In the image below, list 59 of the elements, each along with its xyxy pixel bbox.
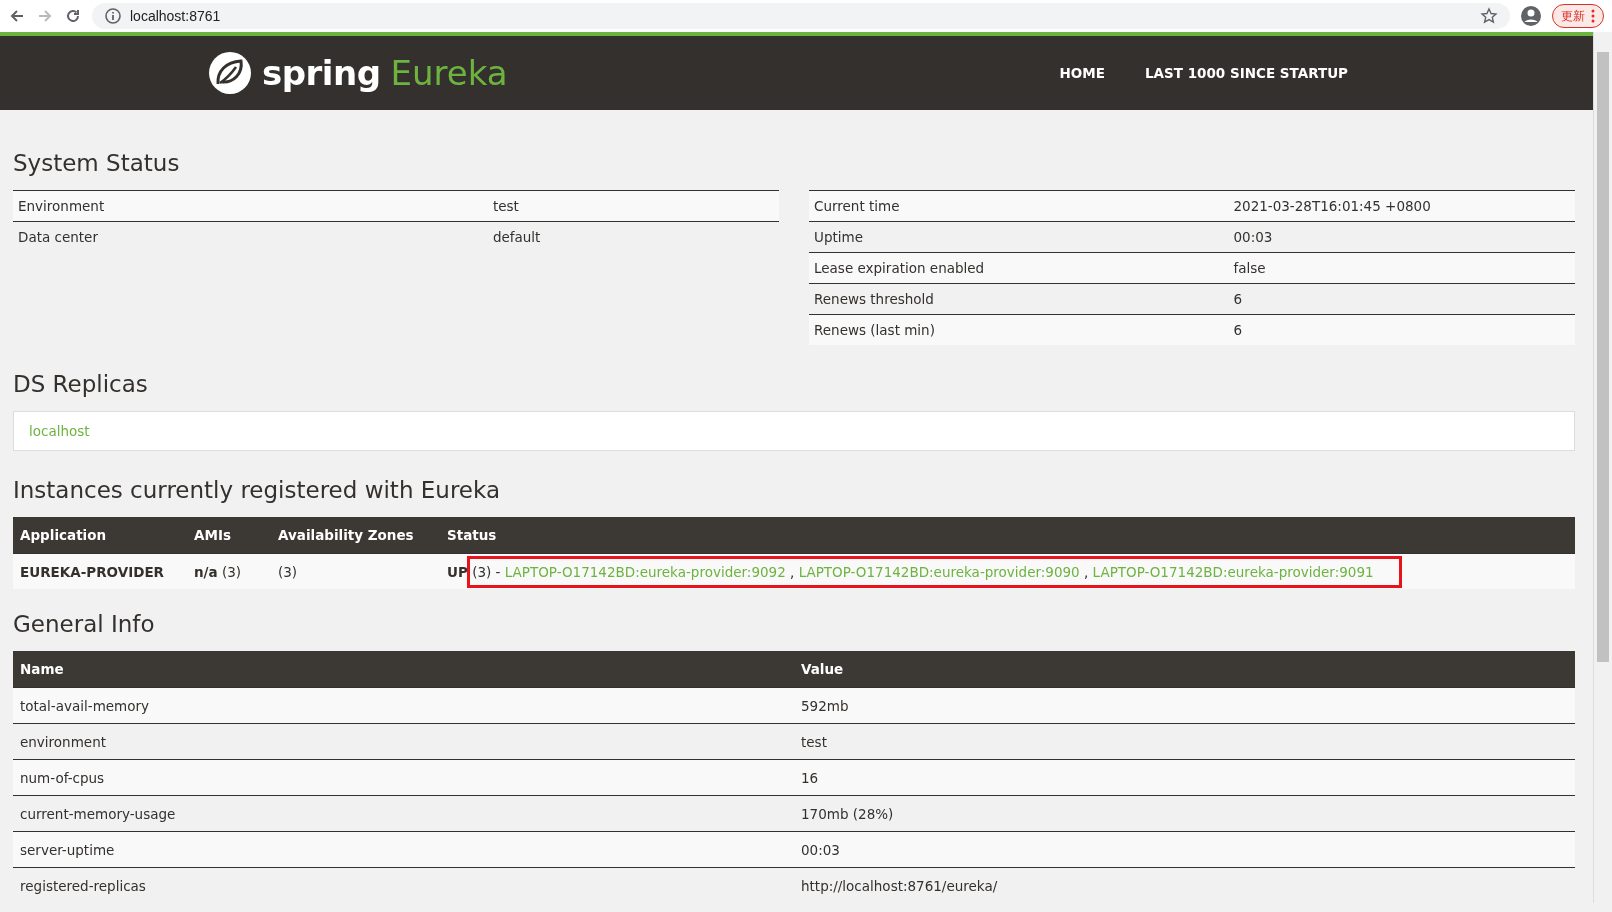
- column-header: Value: [794, 651, 1575, 688]
- address-bar[interactable]: localhost:8761: [92, 3, 1510, 29]
- status-value: 00:03: [1228, 221, 1575, 253]
- status-text: UP: [447, 563, 468, 580]
- star-icon[interactable]: [1480, 7, 1498, 25]
- info-name: total-avail-memory: [13, 687, 794, 724]
- info-value: 592mb: [794, 687, 1575, 724]
- kebab-menu-icon: [1591, 9, 1595, 23]
- status-value: test: [487, 190, 779, 222]
- info-value: 00:03: [794, 831, 1575, 868]
- brand-name: spring: [262, 53, 381, 93]
- info-value: 170mb (28%): [794, 795, 1575, 832]
- status-label: Environment: [13, 190, 488, 222]
- status-value: 6: [1228, 314, 1575, 345]
- info-name: environment: [13, 723, 794, 760]
- status-label: Data center: [13, 221, 488, 252]
- status-label: Renews (last min): [809, 314, 1229, 345]
- leaf-logo-icon: [208, 51, 252, 95]
- column-header: Application: [13, 517, 187, 554]
- info-name: server-uptime: [13, 831, 794, 868]
- column-header: AMIs: [187, 517, 271, 554]
- section-title: General Info: [13, 610, 156, 639]
- status-count: (3) -: [472, 563, 501, 580]
- update-button[interactable]: 更新: [1552, 4, 1604, 28]
- status-value: 2021-03-28T16:01:45 +0800: [1228, 190, 1575, 222]
- info-name: current-memory-usage: [13, 795, 794, 832]
- scrollbar[interactable]: [1593, 32, 1612, 903]
- section-title: DS Replicas: [13, 370, 149, 399]
- status-value: 6: [1228, 283, 1575, 315]
- amis-cell: n/a (3): [187, 553, 271, 589]
- info-value: test: [794, 723, 1575, 760]
- column-header: Name: [13, 651, 794, 688]
- application-name: EUREKA-PROVIDER: [13, 553, 187, 589]
- status-label: Current time: [809, 190, 1229, 222]
- replica-link[interactable]: localhost: [29, 423, 90, 439]
- info-value: 16: [794, 759, 1575, 796]
- nav-link[interactable]: LAST 1000 SINCE STARTUP: [1145, 65, 1348, 81]
- reload-icon[interactable]: [64, 7, 82, 25]
- section-title: System Status: [13, 149, 181, 178]
- status-label: Uptime: [809, 221, 1229, 253]
- url-text: localhost:8761: [130, 8, 221, 24]
- info-icon: [104, 7, 122, 25]
- section-title: Instances currently registered with Eureka: [13, 476, 501, 505]
- link-separator: ,: [1083, 563, 1089, 580]
- instance-link[interactable]: LAPTOP-O17142BD:eureka-provider:9092: [504, 563, 786, 580]
- status-label: Renews threshold: [809, 283, 1229, 315]
- status-value: false: [1228, 252, 1575, 284]
- product-name: Eureka: [390, 53, 508, 93]
- status-label: Lease expiration enabled: [809, 252, 1229, 284]
- instance-link[interactable]: LAPTOP-O17142BD:eureka-provider:9091: [1092, 563, 1374, 580]
- account-icon[interactable]: [1520, 5, 1542, 27]
- nav-link[interactable]: HOME: [1059, 65, 1105, 81]
- status-value: default: [487, 221, 779, 252]
- column-header: Availability Zones: [271, 517, 440, 554]
- column-header: Status: [440, 517, 1575, 554]
- info-name: num-of-cpus: [13, 759, 794, 796]
- zones-cell: (3): [271, 553, 440, 589]
- instance-link[interactable]: LAPTOP-O17142BD:eureka-provider:9090: [798, 563, 1080, 580]
- link-separator: ,: [790, 563, 795, 580]
